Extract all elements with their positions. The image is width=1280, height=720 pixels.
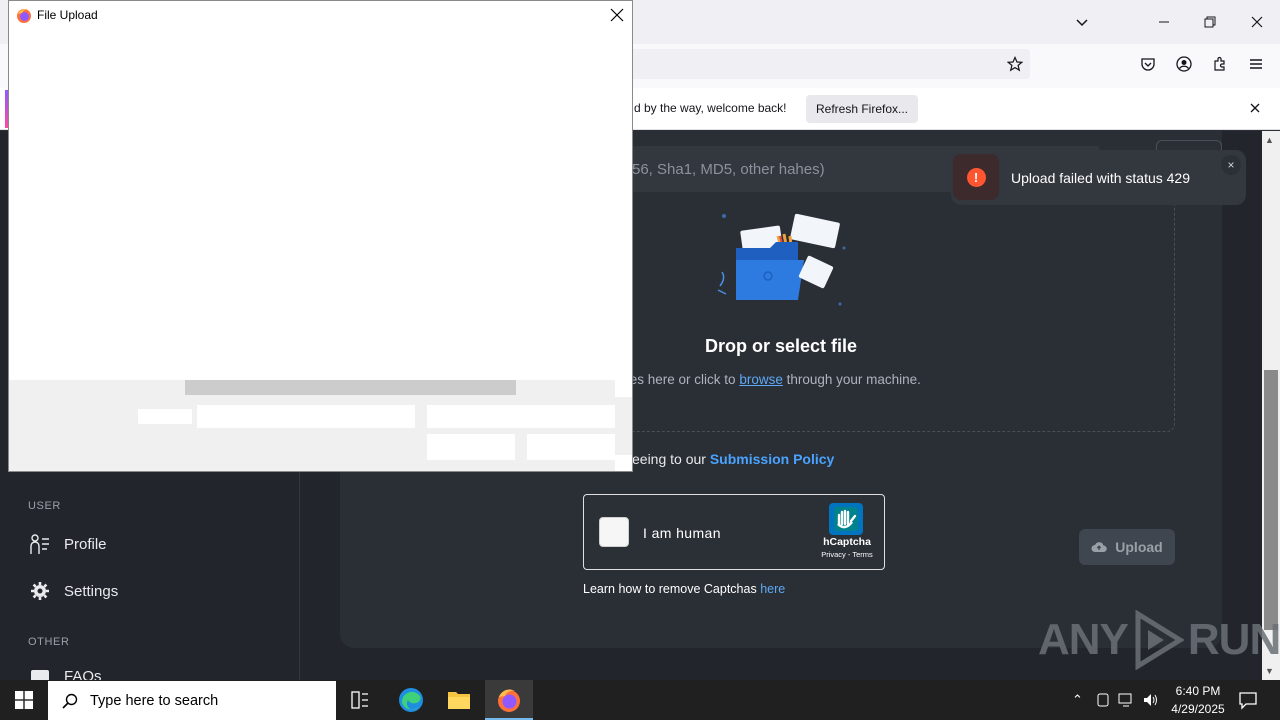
learn-here-link[interactable]: here	[760, 582, 785, 596]
taskbar-search-placeholder: Type here to search	[90, 692, 219, 709]
file-type-select[interactable]	[427, 405, 615, 428]
sidebar-item-label: Profile	[64, 535, 107, 553]
profile-icon	[30, 534, 49, 554]
captcha-label: I am human	[643, 525, 721, 541]
upload-button-label: Upload	[1115, 539, 1163, 555]
policy-prefix: eeing to our	[632, 451, 706, 467]
bookmark-star-icon[interactable]	[1001, 50, 1029, 78]
filename-input[interactable]	[197, 405, 415, 428]
cancel-button[interactable]	[527, 434, 615, 460]
watermark-left: ANY	[1038, 615, 1129, 664]
windows-start-icon[interactable]	[15, 691, 33, 709]
url-bar[interactable]	[620, 49, 1030, 79]
minimize-icon[interactable]	[1150, 8, 1178, 36]
sidebar-heading-user: USER	[28, 500, 61, 512]
drop-subtitle: files here or click to browse through yo…	[620, 372, 921, 387]
pocket-icon[interactable]	[1134, 50, 1162, 78]
drop-title: Drop or select file	[704, 336, 858, 356]
search-icon	[62, 693, 78, 709]
play-logo-icon	[1135, 610, 1184, 670]
filename-label-placeholder	[138, 409, 192, 424]
folder-illustration-icon	[717, 213, 846, 306]
policy-text: eeing to our Submission Policy	[632, 451, 834, 467]
error-icon: !	[966, 167, 986, 187]
account-icon[interactable]	[1170, 50, 1198, 78]
captcha-checkbox[interactable]	[599, 517, 629, 547]
browse-link[interactable]: browse	[739, 372, 783, 387]
toast-message: Upload failed with status 429	[1011, 170, 1190, 186]
edge-icon[interactable]	[398, 687, 424, 713]
upload-button[interactable]: Upload	[1079, 529, 1175, 565]
file-dropzone[interactable]	[620, 192, 1175, 432]
open-button[interactable]	[427, 434, 515, 460]
firefox-taskbar-icon	[498, 689, 520, 712]
sidebar-item-settings[interactable]: Settings	[30, 581, 118, 601]
sidebar-item-label: FAQs	[64, 668, 102, 680]
learn-captcha-text: Learn how to remove Captchas here	[583, 582, 785, 596]
gear-icon	[31, 582, 49, 600]
resize-grip[interactable]	[615, 455, 632, 471]
taskbar-search-box[interactable]: Type here to search	[48, 681, 336, 720]
drop-subtitle-prefix: files here or click to	[620, 372, 736, 387]
taskbar-date[interactable]: 4/29/2025	[1166, 702, 1230, 716]
sidebar-item-faqs[interactable]: FAQs	[30, 668, 102, 680]
device-icon[interactable]	[1096, 692, 1110, 708]
close-notification-icon[interactable]	[1241, 94, 1269, 122]
volume-icon[interactable]	[1142, 692, 1160, 708]
list-all-tabs-icon[interactable]	[1068, 8, 1096, 36]
task-view-icon[interactable]	[350, 690, 370, 710]
submission-policy-link[interactable]: Submission Policy	[710, 451, 834, 467]
scroll-up-icon[interactable]: ▲	[1265, 135, 1274, 145]
scrollbar-thumb[interactable]	[1264, 370, 1278, 630]
file-explorer-icon[interactable]	[447, 689, 471, 711]
close-window-icon[interactable]	[1243, 8, 1271, 36]
extensions-icon[interactable]	[1206, 50, 1234, 78]
hcaptcha-privacy-terms[interactable]: Privacy - Terms	[812, 550, 882, 559]
toast-close-icon[interactable]: ×	[1221, 155, 1241, 175]
dialog-title: File Upload	[37, 8, 98, 22]
notification-center-icon[interactable]	[1238, 690, 1258, 710]
sidebar-heading-other: OTHER	[28, 636, 70, 648]
watermark-right: RUN	[1187, 615, 1280, 664]
anyrun-watermark: ANY RUN	[1038, 608, 1280, 672]
restore-icon[interactable]	[1196, 8, 1224, 36]
hcaptcha-logo-icon	[829, 503, 863, 535]
cloud-upload-icon	[1091, 542, 1108, 552]
network-icon[interactable]	[1118, 692, 1136, 708]
firefox-icon	[17, 9, 31, 23]
dialog-close-icon[interactable]	[605, 4, 629, 26]
show-hidden-icons-icon[interactable]: ⌃	[1072, 692, 1083, 708]
refresh-firefox-button[interactable]: Refresh Firefox...	[806, 95, 918, 123]
drop-subtitle-suffix: through your machine.	[786, 372, 921, 387]
toast-icon-container: !	[953, 154, 999, 200]
sidebar-item-profile[interactable]: Profile	[28, 533, 107, 555]
dialog-horizontal-scrollbar[interactable]	[185, 380, 516, 395]
faq-icon	[31, 670, 49, 680]
learn-prefix: Learn how to remove Captchas	[583, 582, 757, 596]
taskbar-time[interactable]: 6:40 PM	[1173, 684, 1223, 698]
sidebar-item-label: Settings	[64, 582, 119, 600]
menu-icon[interactable]	[1242, 50, 1270, 78]
notification-text: d by the way, welcome back!	[634, 101, 787, 115]
hcaptcha-name: hCaptcha	[823, 536, 871, 548]
search-placeholder: 56, Sha1, MD5, other hahes)	[632, 160, 825, 178]
